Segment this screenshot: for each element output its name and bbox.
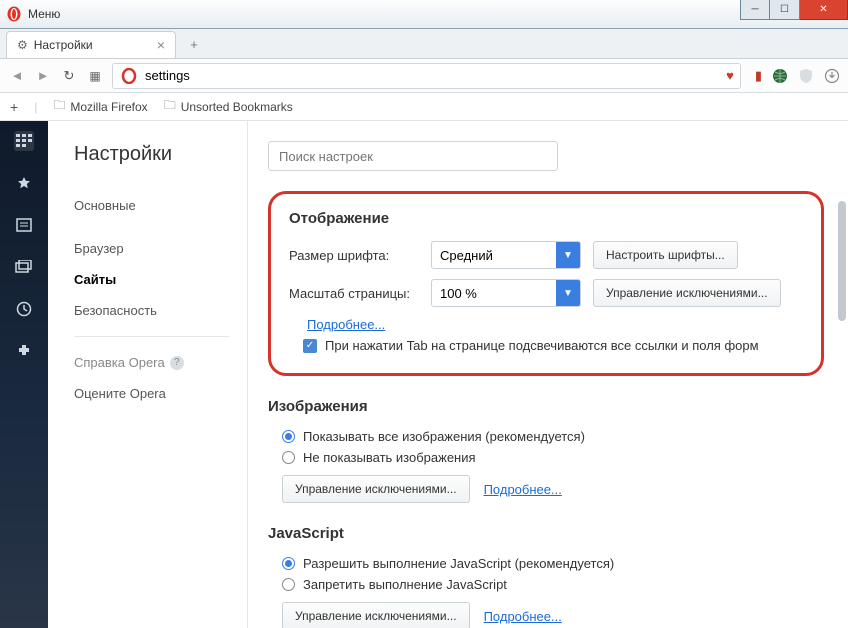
rail-history-icon[interactable] (14, 299, 34, 319)
window-close-button[interactable]: ✕ (800, 0, 848, 20)
js-exceptions-button[interactable]: Управление исключениями... (282, 602, 470, 628)
images-show-label: Показывать все изображения (рекомендуетс… (303, 429, 585, 444)
speed-dial-button[interactable]: ▦ (86, 69, 104, 83)
bookmark-strip-icon[interactable]: ▮ (755, 68, 762, 84)
sidebar-item-help[interactable]: Справка Opera ? (74, 347, 229, 378)
images-hide-radio[interactable] (282, 451, 295, 464)
chevron-down-icon: ▼ (556, 242, 580, 268)
bookmark-folder-unsorted[interactable]: 🗀 Unsorted Bookmarks (164, 96, 293, 117)
page-zoom-label: Масштаб страницы: (289, 286, 419, 301)
add-bookmark-button[interactable]: + (10, 99, 18, 115)
font-size-select[interactable]: Средний ▼ (431, 241, 581, 269)
reload-button[interactable]: ↻ (60, 68, 78, 84)
window-minimize-button[interactable]: ─ (740, 0, 770, 20)
sidebar-item-security[interactable]: Безопасность (74, 295, 229, 326)
heart-icon[interactable]: ♥ (726, 68, 734, 83)
folder-icon: 🗀 (53, 96, 65, 117)
shield-icon[interactable] (798, 68, 814, 84)
tab-strip: ⚙ Настройки × + (0, 29, 848, 59)
help-icon: ? (170, 356, 184, 370)
page-title: Настройки (74, 143, 229, 166)
tab-title: Настройки (34, 38, 93, 52)
tab-highlight-checkbox[interactable]: ✓ (303, 339, 317, 353)
opera-o-icon (121, 68, 137, 84)
address-bar[interactable]: ♥ (112, 63, 741, 89)
scrollbar-thumb[interactable] (838, 201, 846, 321)
js-block-label: Запретить выполнение JavaScript (303, 577, 507, 592)
new-tab-button[interactable]: + (182, 33, 206, 55)
font-size-label: Размер шрифта: (289, 248, 419, 263)
images-section-title: Изображения (268, 398, 824, 415)
bookmark-folder-firefox[interactable]: 🗀 Mozilla Firefox (53, 96, 147, 117)
rail-speed-dial-icon[interactable] (14, 131, 34, 151)
sidebar-item-browser[interactable]: Браузер (74, 233, 229, 264)
tab-settings[interactable]: ⚙ Настройки × (6, 31, 176, 58)
gear-icon: ⚙ (17, 38, 28, 52)
bookmark-label: Unsorted Bookmarks (181, 100, 293, 114)
nav-toolbar: ◄ ► ↻ ▦ ♥ ▮ (0, 59, 848, 93)
zoom-exceptions-button[interactable]: Управление исключениями... (593, 279, 781, 307)
tab-close-icon[interactable]: × (157, 37, 165, 53)
back-button[interactable]: ◄ (8, 68, 26, 83)
js-learn-more-link[interactable]: Подробнее... (484, 609, 562, 624)
javascript-section: JavaScript Разрешить выполнение JavaScri… (268, 525, 824, 628)
images-show-radio[interactable] (282, 430, 295, 443)
settings-content: Отображение Размер шрифта: Средний ▼ Нас… (248, 121, 848, 628)
menu-label[interactable]: Меню (28, 7, 60, 21)
address-input[interactable] (145, 64, 720, 87)
images-hide-label: Не показывать изображения (303, 450, 476, 465)
font-size-value: Средний (432, 248, 556, 263)
search-settings-input[interactable] (268, 141, 558, 171)
display-section-title: Отображение (289, 210, 803, 227)
bookmark-label: Mozilla Firefox (70, 100, 147, 114)
left-rail (0, 121, 48, 628)
images-exceptions-button[interactable]: Управление исключениями... (282, 475, 470, 503)
rail-news-icon[interactable] (14, 215, 34, 235)
settings-sidebar: Настройки Основные Браузер Сайты Безопас… (48, 121, 248, 628)
js-allow-radio[interactable] (282, 557, 295, 570)
chevron-down-icon: ▼ (556, 280, 580, 306)
sidebar-item-sites[interactable]: Сайты (74, 264, 229, 295)
globe-icon[interactable] (772, 68, 788, 84)
rail-bookmarks-icon[interactable] (14, 173, 34, 193)
window-titlebar: Меню ─ ☐ ✕ (0, 0, 848, 29)
js-allow-label: Разрешить выполнение JavaScript (рекомен… (303, 556, 614, 571)
folder-icon: 🗀 (164, 96, 176, 117)
page-zoom-value: 100 % (432, 286, 556, 301)
display-section-highlight: Отображение Размер шрифта: Средний ▼ Нас… (268, 191, 824, 376)
download-icon[interactable] (824, 68, 840, 84)
tab-highlight-label: При нажатии Tab на странице подсвечивают… (325, 338, 759, 353)
images-learn-more-link[interactable]: Подробнее... (484, 482, 562, 497)
images-section: Изображения Показывать все изображения (… (268, 398, 824, 503)
display-learn-more-link[interactable]: Подробнее... (307, 317, 385, 332)
rail-tabs-icon[interactable] (14, 257, 34, 277)
rail-extensions-icon[interactable] (14, 341, 34, 361)
window-maximize-button[interactable]: ☐ (770, 0, 800, 20)
javascript-section-title: JavaScript (268, 525, 824, 542)
sidebar-separator (74, 336, 229, 337)
sidebar-item-rate[interactable]: Оцените Opera (74, 378, 229, 409)
page-zoom-select[interactable]: 100 % ▼ (431, 279, 581, 307)
opera-logo-icon (6, 6, 22, 22)
customize-fonts-button[interactable]: Настроить шрифты... (593, 241, 738, 269)
sidebar-item-basic[interactable]: Основные (74, 190, 229, 221)
sidebar-help-label: Справка Opera (74, 355, 165, 370)
forward-button[interactable]: ► (34, 68, 52, 83)
js-block-radio[interactable] (282, 578, 295, 591)
bookmarks-bar: + | 🗀 Mozilla Firefox 🗀 Unsorted Bookmar… (0, 93, 848, 121)
